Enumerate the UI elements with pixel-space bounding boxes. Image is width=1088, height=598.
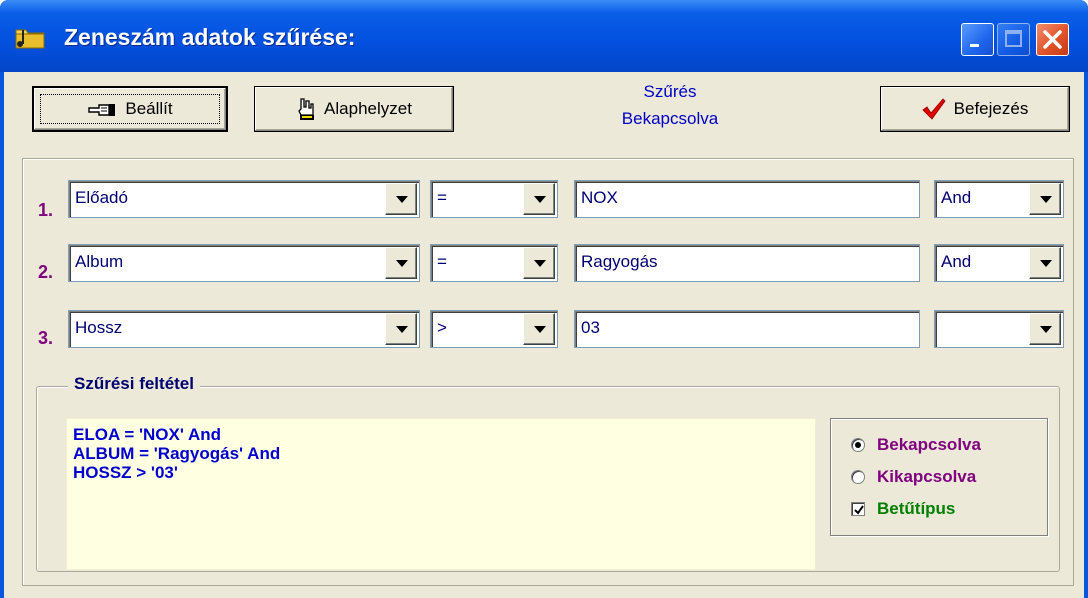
status-value: Bekapcsolva (621, 109, 719, 128)
row-number: 1. (38, 200, 54, 220)
logic-select[interactable]: And (934, 244, 1064, 282)
field-select-value: Előadó (75, 188, 128, 207)
value-input[interactable]: Ragyogás (574, 244, 920, 282)
logic-select-value: And (941, 188, 972, 207)
field-select[interactable]: Album (68, 244, 420, 282)
close-button[interactable] (1036, 23, 1069, 56)
condition-title: Szűrési feltétel (68, 374, 200, 394)
maximize-button[interactable] (997, 23, 1030, 56)
alaphelyzet-button[interactable]: Alaphelyzet (254, 86, 454, 132)
condition-display: ELOA = 'NOX' And ALBUM = 'Ragyogás' And … (66, 418, 816, 570)
beallit-button[interactable]: Beállít (32, 86, 228, 132)
condition-line: ELOA = 'NOX' And (73, 425, 222, 444)
radio-unselected-icon[interactable] (851, 470, 865, 484)
befejezes-button[interactable]: Befejezés (880, 86, 1070, 132)
operator-select-value: > (437, 318, 447, 337)
bekapcsolva-label: Bekapcsolva (877, 435, 981, 454)
checkmark-icon (854, 505, 864, 515)
radio-bekapcsolva[interactable]: Bekapcsolva (851, 435, 981, 455)
focus-rectangle (40, 94, 220, 124)
row-number: 2. (38, 262, 54, 282)
chevron-down-icon[interactable] (385, 313, 417, 345)
minimize-icon (970, 44, 979, 47)
operator-select[interactable]: = (430, 244, 558, 282)
field-select-value: Album (75, 252, 124, 271)
chevron-down-icon[interactable] (523, 247, 555, 279)
betutipus-label: Betűtípus (877, 499, 956, 518)
operator-select-value: = (437, 252, 447, 271)
radio-kikapcsolva[interactable]: Kikapcsolva (851, 467, 976, 487)
filter-status: Szűrés Bekapcsolva (570, 78, 770, 132)
value-input[interactable]: 03 (574, 310, 920, 348)
value-input-text: 03 (581, 318, 600, 337)
red-checkmark-icon (922, 98, 946, 120)
chevron-down-icon[interactable] (385, 183, 417, 215)
window-client: Beállít Alaphelyzet Szűrés Bekapcsolva B… (4, 72, 1084, 598)
window-title: Zeneszám adatok szűrése: (64, 24, 356, 50)
checkbox-checked-icon[interactable] (851, 502, 865, 516)
status-title: Szűrés (643, 82, 697, 101)
value-input-text: Ragyogás (581, 252, 658, 271)
value-input-text: NOX (581, 188, 618, 207)
befejezes-label: Befejezés (953, 99, 1029, 118)
operator-select[interactable]: > (430, 310, 558, 348)
field-select[interactable]: Előadó (68, 180, 420, 218)
logic-select-value: And (941, 252, 972, 271)
condition-line: ALBUM = 'Ragyogás' And (73, 444, 281, 463)
maximize-icon (1005, 30, 1022, 47)
operator-select-value: = (437, 188, 447, 207)
kikapcsolva-label: Kikapcsolva (877, 467, 977, 486)
music-folder-icon (15, 29, 45, 49)
checkbox-betutipus[interactable]: Betűtípus (851, 499, 955, 519)
close-icon (1043, 30, 1062, 49)
radio-selected-icon[interactable] (851, 438, 865, 452)
title-bar[interactable]: Zeneszám adatok szűrése: (0, 0, 1088, 72)
row-number: 3. (38, 328, 54, 348)
condition-line: HOSSZ > '03' (73, 463, 178, 482)
chevron-down-icon[interactable] (523, 183, 555, 215)
field-select-value: Hossz (75, 318, 123, 337)
chevron-down-icon[interactable] (523, 313, 555, 345)
chevron-down-icon[interactable] (1029, 247, 1061, 279)
raised-hand-icon (298, 98, 315, 120)
chevron-down-icon[interactable] (385, 247, 417, 279)
options-box: Bekapcsolva Kikapcsolva Betűtípus (830, 418, 1048, 536)
logic-select[interactable]: And (934, 180, 1064, 218)
chevron-down-icon[interactable] (1029, 183, 1061, 215)
operator-select[interactable]: = (430, 180, 558, 218)
minimize-button[interactable] (961, 23, 994, 56)
filter-window: Zeneszám adatok szűrése: Beállít Alaphel… (0, 0, 1088, 598)
field-select[interactable]: Hossz (68, 310, 420, 348)
logic-select[interactable] (934, 310, 1064, 348)
value-input[interactable]: NOX (574, 180, 920, 218)
alaphelyzet-label: Alaphelyzet (324, 99, 412, 118)
chevron-down-icon[interactable] (1029, 313, 1061, 345)
